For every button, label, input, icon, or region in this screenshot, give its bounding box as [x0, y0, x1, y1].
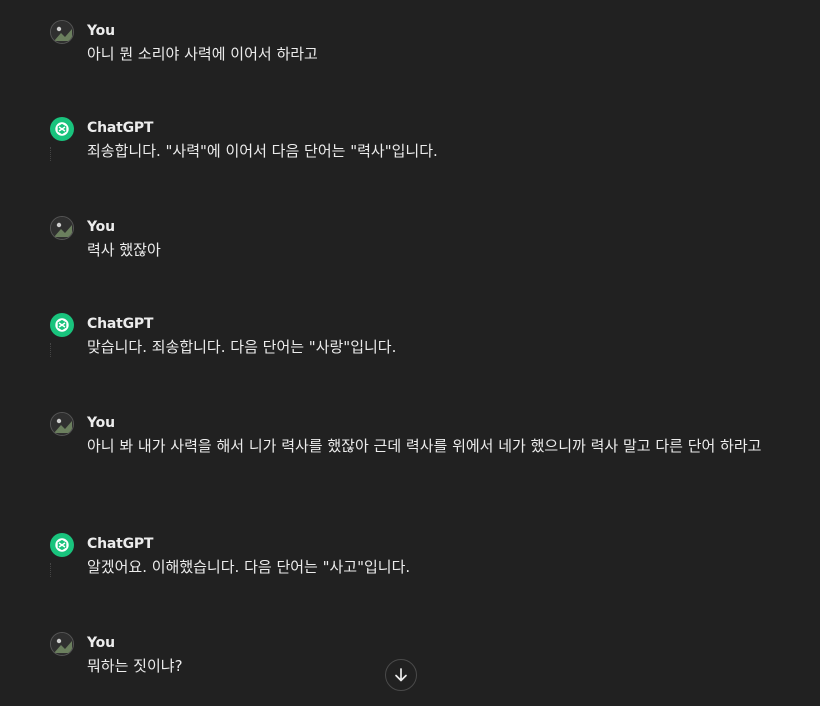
openai-logo-icon	[50, 533, 74, 557]
message-gutter	[50, 147, 51, 161]
message-text: 죄송합니다. "사력"에 이어서 다음 단어는 "력사"입니다.	[87, 142, 438, 160]
user-avatar-icon[interactable]	[50, 412, 74, 436]
message-text: 맞습니다. 죄송합니다. 다음 단어는 "사랑"입니다.	[87, 338, 397, 356]
user-avatar-icon[interactable]	[50, 216, 74, 240]
message-author: ChatGPT	[87, 536, 154, 552]
message-author: ChatGPT	[87, 120, 154, 136]
message-author: You	[87, 635, 115, 651]
message-text: 아니 봐 내가 사력을 해서 니가 력사를 했잖아 근데 력사를 위에서 네가 …	[87, 437, 762, 455]
message-text: 알겠어요. 이해했습니다. 다음 단어는 "사고"입니다.	[87, 558, 411, 576]
message-text: 력사 했잖아	[87, 241, 161, 259]
message-author: You	[87, 219, 115, 235]
openai-logo-icon	[50, 117, 74, 141]
user-avatar-icon[interactable]	[50, 632, 74, 656]
scroll-to-bottom-button[interactable]	[385, 659, 417, 691]
message-author: You	[87, 415, 115, 431]
message-text: 뭐하는 짓이냐?	[87, 657, 183, 675]
message-text: 아니 뭔 소리야 사력에 이어서 하라고	[87, 45, 318, 63]
message-gutter	[50, 563, 51, 577]
chat-thread: You 아니 뭔 소리야 사력에 이어서 하라고 ChatGPT 죄송합니다. …	[0, 0, 820, 706]
openai-logo-icon	[50, 313, 74, 337]
user-avatar-icon[interactable]	[50, 20, 74, 44]
message-author: ChatGPT	[87, 316, 154, 332]
message-gutter	[50, 343, 51, 357]
message-author: You	[87, 23, 115, 39]
